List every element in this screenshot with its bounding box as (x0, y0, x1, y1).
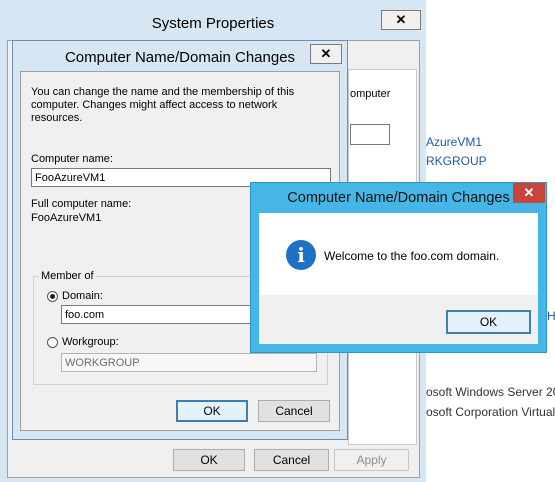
welcome-dialog-content: i Welcome to the foo.com domain. (259, 213, 538, 295)
domain-label: Domain: (62, 290, 103, 302)
computer-description-input[interactable] (350, 124, 390, 145)
computer-name-link[interactable]: AzureVM1 (426, 135, 482, 149)
welcome-dialog-footer: OK (259, 295, 538, 344)
system-properties-title: System Properties (151, 15, 275, 32)
workgroup-radio[interactable] (47, 337, 58, 348)
full-computer-name-label: Full computer name: (31, 198, 132, 210)
workgroup-link[interactable]: RKGROUP (426, 154, 487, 168)
full-computer-name-value: FooAzureVM1 (31, 212, 102, 224)
computer-name-dialog-close-button[interactable]: ✕ (310, 44, 342, 64)
welcome-message: Welcome to the foo.com domain. (324, 249, 500, 263)
welcome-dialog-title: Computer Name/Domain Changes (287, 190, 510, 206)
welcome-dialog-close-button[interactable]: ✕ (513, 183, 545, 203)
os-name-text: osoft Windows Server 20 (426, 385, 555, 399)
system-properties-close-button[interactable]: ✕ (381, 10, 421, 30)
welcome-ok-button[interactable]: OK (446, 310, 531, 334)
domain-radio[interactable] (47, 291, 58, 302)
welcome-dialog: Computer Name/Domain Changes ✕ i Welcome… (250, 182, 547, 353)
computer-name-ok-button[interactable]: OK (176, 400, 248, 422)
computer-name-dialog-title: Computer Name/Domain Changes (64, 49, 296, 66)
workgroup-label: Workgroup: (62, 336, 119, 348)
system-apply-button[interactable]: Apply (334, 449, 409, 471)
system-cancel-button[interactable]: Cancel (254, 449, 329, 471)
workgroup-input[interactable]: WORKGROUP (61, 353, 317, 372)
background-fragment: HC (547, 309, 555, 323)
computer-description-label: omputer (350, 88, 391, 100)
computer-name-cancel-button[interactable]: Cancel (258, 400, 330, 422)
member-of-label: Member of (39, 270, 96, 282)
manufacturer-text: osoft Corporation Virtual (426, 405, 555, 419)
info-icon: i (286, 240, 316, 270)
system-ok-button[interactable]: OK (173, 449, 245, 471)
intro-text: You can change the name and the membersh… (31, 86, 295, 124)
computer-name-label: Computer name: (31, 153, 113, 165)
